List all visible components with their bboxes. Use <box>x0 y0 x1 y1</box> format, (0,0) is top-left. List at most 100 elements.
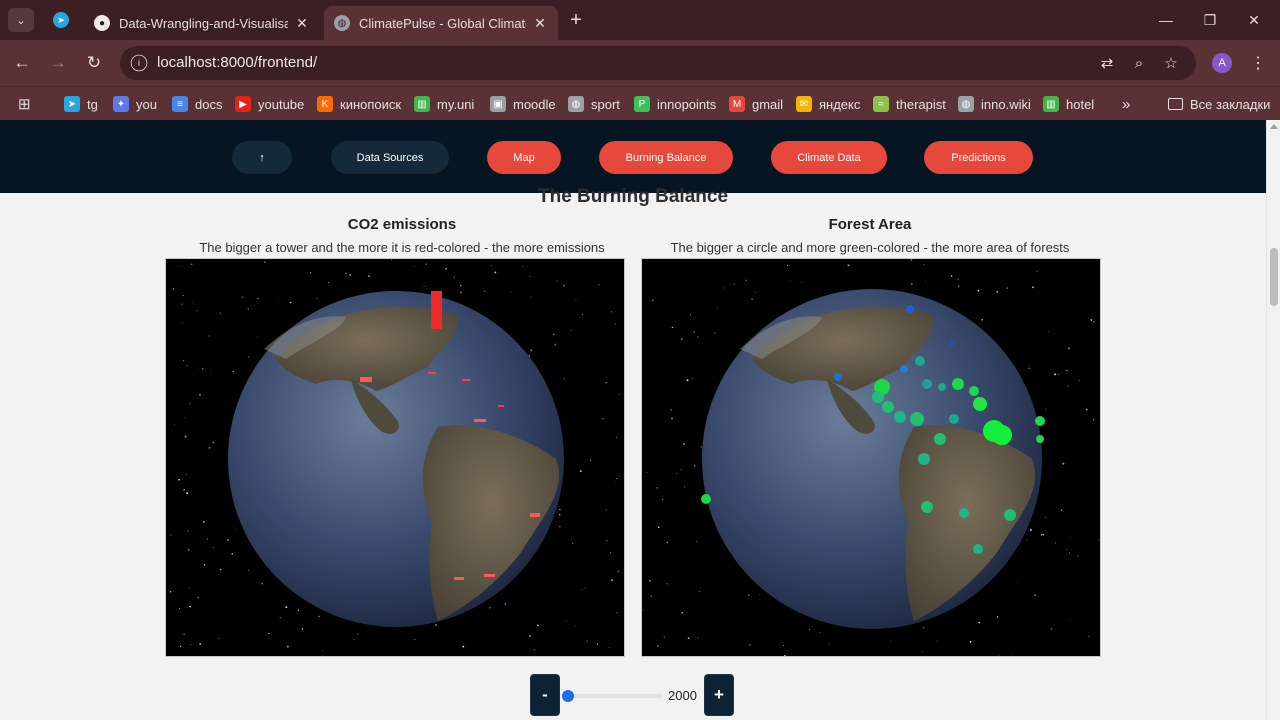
bookmark-docs[interactable]: ≡ docs <box>172 93 222 115</box>
docs-icon: ≡ <box>172 96 188 112</box>
close-window-button[interactable]: ✕ <box>1232 6 1276 34</box>
forward-button[interactable]: → <box>44 49 72 77</box>
star <box>586 640 588 642</box>
gmail-icon: M <box>729 96 745 112</box>
star <box>254 305 255 306</box>
new-tab-button[interactable]: + <box>564 8 588 32</box>
forest-circle <box>900 365 908 373</box>
star <box>285 606 288 609</box>
star <box>666 583 669 585</box>
mail-icon: ✉ <box>796 96 812 112</box>
bookmark-innopoints[interactable]: Pinnopoints <box>634 93 716 115</box>
bookmark-you[interactable]: ✦ you <box>113 93 157 115</box>
star <box>276 300 278 302</box>
star <box>666 541 669 544</box>
star <box>801 281 803 283</box>
close-tab-icon[interactable]: ✕ <box>294 15 310 32</box>
scroll-up-arrow-icon[interactable] <box>1270 124 1278 129</box>
bookmark-moodle[interactable]: ▣ moodle <box>490 93 556 115</box>
pinned-tab-telegram[interactable]: ➤ <box>44 6 78 34</box>
bookmark--[interactable]: Kкинопоиск <box>317 93 401 115</box>
star <box>1090 319 1093 321</box>
star <box>828 643 830 645</box>
nav-predictions-button[interactable]: Predictions <box>924 141 1033 174</box>
year-decrement-button[interactable]: - <box>530 674 560 716</box>
star <box>318 615 320 618</box>
forest-circle <box>959 508 969 518</box>
all-bookmarks-folder[interactable]: Все закладки <box>1168 93 1270 115</box>
star <box>504 603 506 605</box>
forest-circle <box>1036 435 1044 443</box>
scrollbar-thumb[interactable] <box>1270 248 1278 306</box>
star <box>268 632 270 635</box>
translate-icon[interactable]: ⇄ <box>1096 52 1118 74</box>
star <box>494 271 497 274</box>
star <box>180 265 182 267</box>
close-tab-icon[interactable]: ✕ <box>532 15 548 32</box>
more-bookmarks-chevron-icon[interactable]: » <box>1122 93 1130 115</box>
page-scrollbar[interactable] <box>1266 120 1280 720</box>
youtube-icon: ▶ <box>235 96 251 112</box>
co2-globe-viewport[interactable] <box>165 258 625 657</box>
bookmark-therapist[interactable]: ≈ therapist <box>873 93 946 115</box>
apps-grid-icon[interactable]: ⊞ <box>18 93 31 115</box>
bookmark-hotel[interactable]: ▥ hotel <box>1043 93 1094 115</box>
year-increment-button[interactable]: + <box>704 674 734 716</box>
zoom-icon[interactable]: ⌕ <box>1128 52 1150 74</box>
bookmark-sport[interactable]: ◍ sport <box>568 93 620 115</box>
forest-circle <box>701 494 711 504</box>
year-value: 2000 <box>668 688 697 703</box>
co2-globe[interactable] <box>166 259 625 657</box>
bookmark-label: inno.wiki <box>981 96 1031 112</box>
profile-avatar[interactable]: A <box>1212 53 1232 73</box>
nav-climate-data-button[interactable]: Climate Data <box>771 141 887 174</box>
star <box>580 470 582 472</box>
tab-climatepulse[interactable]: ◍ ClimatePulse - Global Climate C ✕ <box>324 6 558 40</box>
url-text[interactable]: localhost:8000/frontend/ <box>157 54 317 71</box>
forest-circle <box>1035 416 1045 426</box>
star <box>181 303 183 305</box>
nav-burning-balance-button[interactable]: Burning Balance <box>599 141 733 174</box>
site-info-icon[interactable]: i <box>130 54 148 72</box>
bookmark-inno-wiki[interactable]: ◍ inno.wiki <box>958 93 1031 115</box>
star <box>614 323 616 325</box>
star <box>556 280 558 282</box>
star <box>184 417 186 419</box>
moodle-icon: ▣ <box>490 96 506 112</box>
star <box>605 509 607 511</box>
star <box>1070 619 1072 621</box>
star <box>693 465 696 467</box>
forest-globe[interactable] <box>642 259 1101 657</box>
browser-menu-icon[interactable]: ⋮ <box>1248 52 1268 74</box>
restore-button[interactable]: ❐ <box>1188 6 1232 34</box>
bookmark--[interactable]: ✉ яндекс <box>796 93 860 115</box>
star <box>169 590 172 593</box>
reload-button[interactable]: ↻ <box>80 49 108 77</box>
star <box>683 486 686 488</box>
bookmark-my-uni[interactable]: ▥ my.uni <box>414 93 474 115</box>
folder-icon <box>1168 98 1183 110</box>
star <box>670 408 673 411</box>
bookmark-gmail[interactable]: Mgmail <box>729 93 783 115</box>
star <box>1085 408 1088 411</box>
bookmark-label: tg <box>87 96 98 112</box>
bookmark-tg[interactable]: ➤ tg <box>64 93 98 115</box>
year-slider-track[interactable] <box>567 694 663 698</box>
co2-tower-chile <box>454 577 464 580</box>
minimize-button[interactable]: — <box>1144 6 1188 34</box>
co2-tower-argentina <box>484 574 495 577</box>
telegram-icon: ➤ <box>64 96 80 112</box>
tab-search-chevron-icon[interactable]: ⌄ <box>8 8 34 32</box>
star <box>391 259 393 261</box>
nav-map-button[interactable]: Map <box>487 141 561 174</box>
nav-data-sources-button[interactable]: Data Sources <box>331 141 449 174</box>
forest-circle <box>834 373 842 381</box>
scroll-top-button[interactable]: ↑ <box>232 141 292 174</box>
year-slider-thumb[interactable] <box>562 690 574 702</box>
bookmark-youtube[interactable]: ▶ youtube <box>235 93 304 115</box>
tab-github[interactable]: ● Data-Wrangling-and-Visualisatio ✕ <box>84 6 320 40</box>
forest-globe-viewport[interactable] <box>641 258 1101 657</box>
bookmark-star-icon[interactable]: ☆ <box>1160 52 1182 74</box>
back-button[interactable]: ← <box>8 49 36 77</box>
address-bar[interactable]: i localhost:8000/frontend/ ⇄ ⌕ ☆ <box>120 46 1196 80</box>
